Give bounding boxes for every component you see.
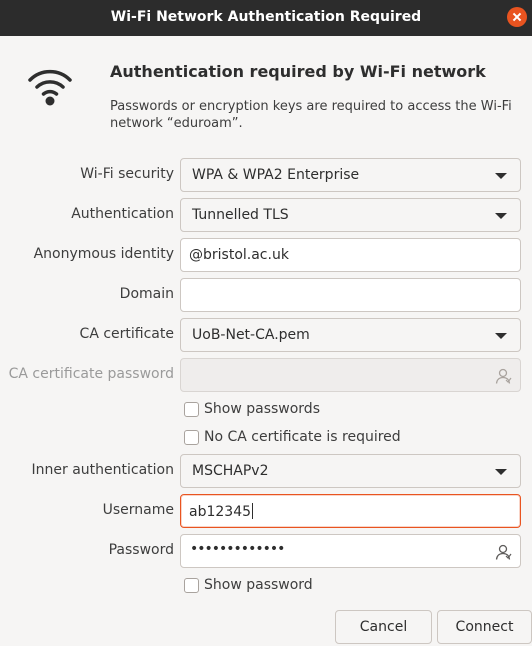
chevron-down-icon xyxy=(495,213,507,219)
anonymous-identity-value: @bristol.ac.uk xyxy=(189,247,289,263)
inner-authentication-label: Inner authentication xyxy=(31,462,174,478)
ca-certificate-password-input xyxy=(180,358,521,392)
username-text: ab12345 xyxy=(189,504,252,520)
window-title: Wi-Fi Network Authentication Required xyxy=(110,9,422,25)
password-input[interactable]: ••••••••••••• xyxy=(180,534,521,568)
authentication-value: Tunnelled TLS xyxy=(192,207,289,223)
password-masked-value: ••••••••••••• xyxy=(190,541,285,557)
no-ca-required-label: No CA certificate is required xyxy=(204,429,401,445)
close-icon[interactable] xyxy=(507,7,527,27)
username-value: ab12345 xyxy=(189,503,254,520)
show-passwords-label: Show passwords xyxy=(204,401,320,417)
anonymous-identity-label: Anonymous identity xyxy=(33,246,174,262)
wifi-security-value: WPA & WPA2 Enterprise xyxy=(192,167,360,183)
username-label: Username xyxy=(102,502,174,518)
no-ca-required-checkbox[interactable]: No CA certificate is required xyxy=(184,429,401,445)
wifi-security-label: Wi-Fi security xyxy=(80,166,174,182)
checkbox-box[interactable] xyxy=(184,577,199,593)
dialog-heading: Authentication required by Wi-Fi network xyxy=(110,62,486,81)
domain-input[interactable] xyxy=(180,278,521,312)
wifi-security-dropdown[interactable]: WPA & WPA2 Enterprise xyxy=(180,158,521,192)
inner-authentication-value: MSCHAPv2 xyxy=(192,463,269,479)
show-passwords-checkbox[interactable]: Show passwords xyxy=(184,401,320,417)
anonymous-identity-input[interactable]: @bristol.ac.uk xyxy=(180,238,521,272)
domain-label: Domain xyxy=(119,286,174,302)
ca-certificate-chooser[interactable]: UoB-Net-CA.pem xyxy=(180,318,521,352)
text-cursor xyxy=(252,503,254,519)
chevron-down-icon xyxy=(495,469,507,475)
cancel-button[interactable]: Cancel xyxy=(335,610,432,644)
authentication-dropdown[interactable]: Tunnelled TLS xyxy=(180,198,521,232)
ca-certificate-password-label: CA certificate password xyxy=(8,366,174,382)
ca-certificate-label: CA certificate xyxy=(79,326,174,342)
inner-authentication-dropdown[interactable]: MSCHAPv2 xyxy=(180,454,521,488)
user-icon[interactable] xyxy=(494,543,512,561)
wifi-icon xyxy=(28,69,72,106)
title-bar: Wi-Fi Network Authentication Required xyxy=(0,0,532,36)
connect-button[interactable]: Connect xyxy=(437,610,532,644)
password-label: Password xyxy=(108,542,174,558)
username-input[interactable]: ab12345 xyxy=(180,494,521,528)
dialog-description: Passwords or encryption keys are require… xyxy=(110,99,512,131)
authentication-label: Authentication xyxy=(71,206,174,222)
checkbox-box[interactable] xyxy=(184,401,199,417)
chevron-down-icon xyxy=(495,333,507,339)
show-password-checkbox[interactable]: Show password xyxy=(184,577,313,593)
checkbox-box[interactable] xyxy=(184,429,199,445)
chevron-down-icon xyxy=(495,173,507,179)
show-password-label: Show password xyxy=(204,577,313,593)
user-icon xyxy=(495,368,512,384)
ca-certificate-value: UoB-Net-CA.pem xyxy=(192,327,310,343)
